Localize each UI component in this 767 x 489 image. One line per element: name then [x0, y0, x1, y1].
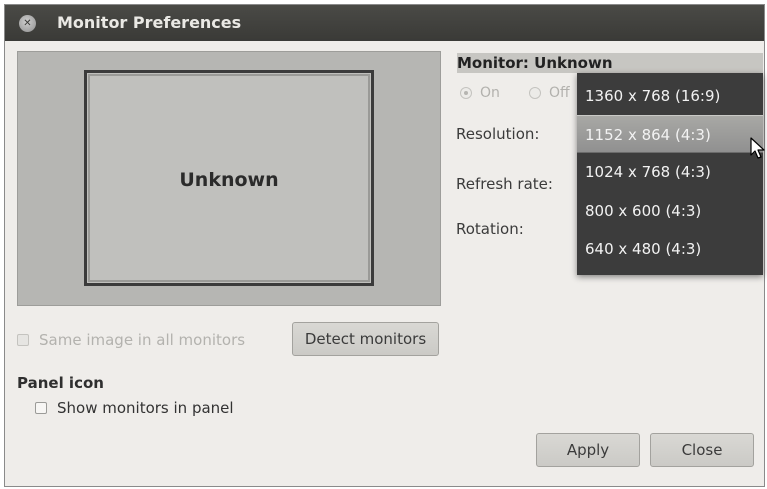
close-button[interactable]: Close	[650, 433, 754, 467]
resolution-option[interactable]: 1024 x 768 (4:3)	[577, 153, 763, 191]
same-image-checkbox[interactable]	[17, 334, 29, 346]
same-image-option[interactable]: Same image in all monitors	[17, 331, 245, 349]
show-monitors-checkbox[interactable]	[35, 402, 47, 414]
monitor-thumbnail-label: Unknown	[179, 169, 279, 191]
monitor-preferences-window: ✕ Monitor Preferences Unknown Same image…	[4, 4, 765, 487]
monitor-layout-preview: Unknown	[17, 51, 441, 306]
resolution-label: Resolution:	[456, 125, 540, 143]
same-image-label: Same image in all monitors	[39, 331, 246, 349]
power-on-label: On	[480, 85, 500, 101]
mouse-pointer-icon	[750, 137, 766, 165]
resolution-dropdown-menu[interactable]: 1360 x 768 (16:9) 1152 x 864 (4:3) 1024 …	[577, 73, 763, 275]
monitor-thumbnail[interactable]: Unknown	[84, 70, 374, 286]
resolution-option[interactable]: 640 x 480 (4:3)	[577, 230, 763, 268]
monitor-header: Monitor: Unknown	[457, 54, 613, 72]
resolution-option[interactable]: 1360 x 768 (16:9)	[577, 77, 763, 115]
detect-monitors-button[interactable]: Detect monitors	[292, 322, 439, 356]
power-on-option[interactable]: On	[460, 85, 500, 101]
panel-icon-title: Panel icon	[17, 374, 104, 392]
apply-button[interactable]: Apply	[536, 433, 640, 467]
title-bar[interactable]: ✕ Monitor Preferences	[5, 5, 764, 41]
power-off-option[interactable]: Off	[529, 85, 570, 101]
show-monitors-label: Show monitors in panel	[57, 399, 234, 417]
resolution-option-highlighted[interactable]: 1152 x 864 (4:3)	[577, 115, 763, 153]
power-off-radio[interactable]	[529, 87, 541, 99]
resolution-option[interactable]: 800 x 600 (4:3)	[577, 192, 763, 230]
power-off-label: Off	[549, 85, 570, 101]
show-monitors-option[interactable]: Show monitors in panel	[35, 399, 234, 417]
window-title: Monitor Preferences	[57, 13, 242, 32]
power-on-radio[interactable]	[460, 87, 472, 99]
rotation-label: Rotation:	[456, 220, 524, 238]
close-icon[interactable]: ✕	[19, 15, 36, 32]
refresh-rate-label: Refresh rate:	[456, 175, 553, 193]
